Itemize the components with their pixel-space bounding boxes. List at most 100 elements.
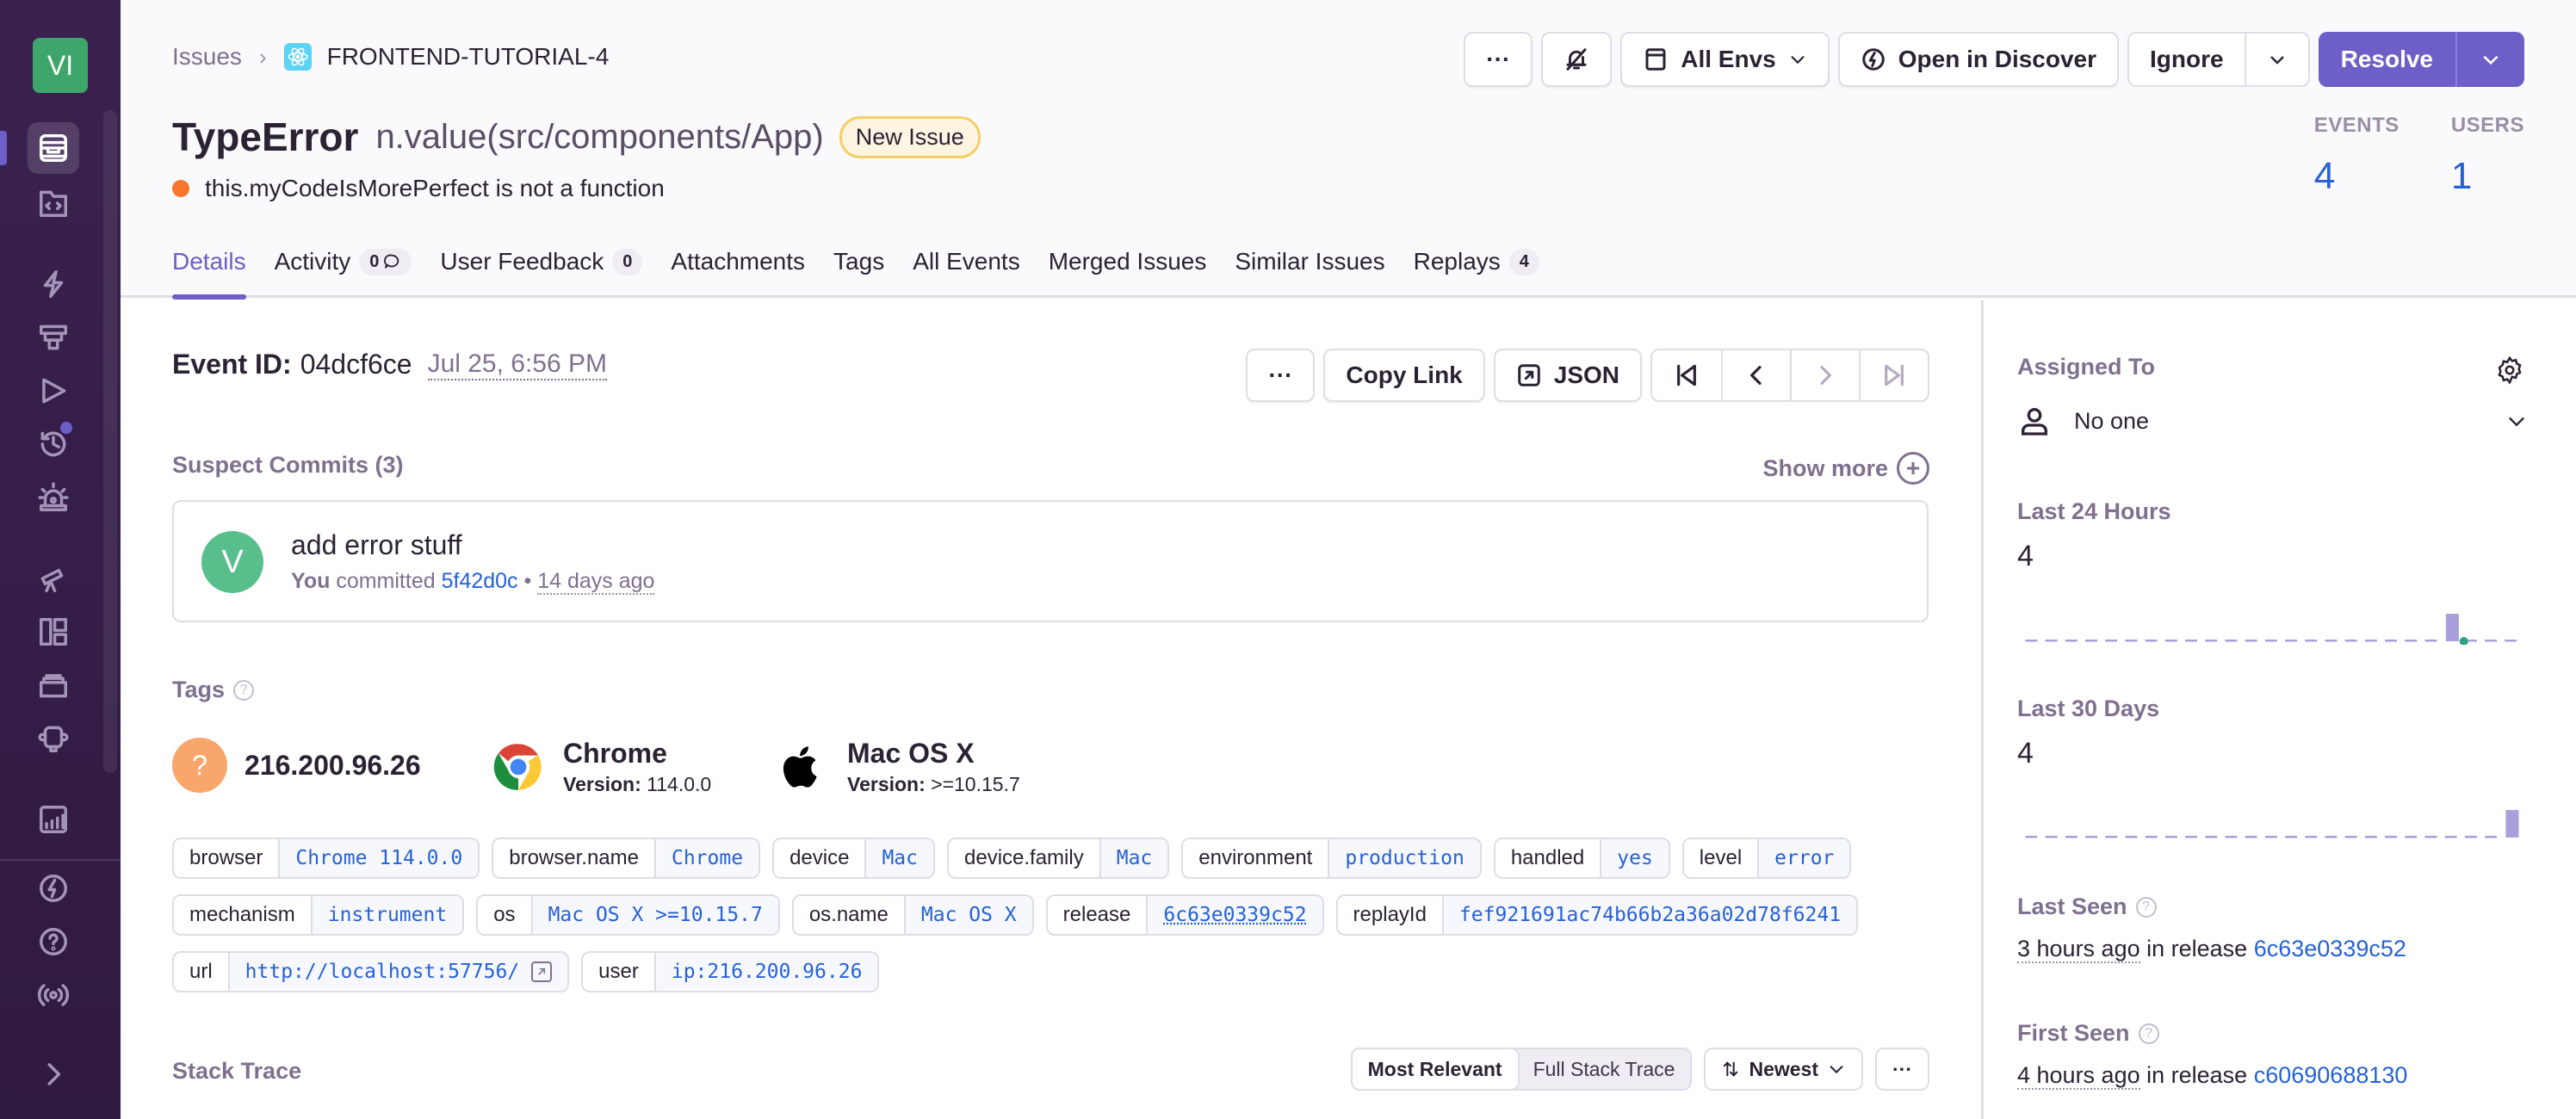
chart-bar-empty[interactable] [2065, 836, 2078, 838]
chart-bar[interactable] [2445, 614, 2459, 641]
tag-value[interactable]: instrument [310, 896, 463, 934]
chart-bar-empty[interactable] [2025, 836, 2038, 838]
chart-bar-empty[interactable] [2225, 836, 2238, 838]
show-more-button[interactable]: Show more + [1762, 452, 1929, 485]
tag-pill[interactable]: url http://localhost:57756/ [172, 951, 570, 992]
tag-pill[interactable]: level error [1681, 838, 1852, 879]
sidebar-item-performance[interactable] [28, 258, 79, 310]
sidebar-item-dashboards[interactable] [28, 606, 79, 658]
tag-value[interactable]: fef921691ac74b66b2a36a02d78f6241 [1441, 896, 1857, 934]
chart-bar[interactable] [2505, 810, 2519, 838]
copy-link-button[interactable]: Copy Link [1323, 349, 1485, 402]
last-seen-release-link[interactable]: 6c63e0339c52 [2254, 936, 2406, 961]
tag-value[interactable]: http://localhost:57756/ [227, 953, 568, 991]
chart-bar-empty[interactable] [2185, 640, 2197, 642]
tab-user-feedback[interactable]: User Feedback 0 [440, 243, 643, 281]
sidebar-item-projects[interactable] [28, 177, 79, 229]
tag-pill[interactable]: device.family Mac [947, 838, 1170, 879]
tag-pill[interactable]: mechanism instrument [172, 894, 465, 936]
last-24h-chart[interactable] [2022, 610, 2522, 645]
sidebar-scrollbar[interactable] [103, 110, 117, 773]
chart-bar-empty[interactable] [2025, 640, 2038, 642]
sidebar-item-issues[interactable] [28, 122, 79, 174]
tab-all-events[interactable]: All Events [913, 243, 1020, 281]
tab-merged-issues[interactable]: Merged Issues [1049, 243, 1207, 281]
tag-pill[interactable]: user ip:216.200.96.26 [581, 951, 880, 992]
chart-bar-empty[interactable] [2205, 640, 2218, 642]
chart-bar-empty[interactable] [2164, 836, 2177, 838]
tag-value[interactable]: error [1757, 839, 1850, 877]
chart-bar-empty[interactable] [2325, 640, 2338, 642]
chart-bar-empty[interactable] [2344, 640, 2357, 642]
chart-bar-empty[interactable] [2264, 836, 2277, 838]
stack-more-button[interactable]: ··· [1875, 1048, 1929, 1091]
chart-bar-empty[interactable] [2485, 836, 2497, 838]
external-link-icon[interactable] [531, 961, 553, 982]
tag-value[interactable]: Mac [1099, 839, 1168, 877]
tag-value[interactable]: Mac OS X [903, 896, 1032, 934]
tag-value[interactable]: Chrome 114.0.0 [278, 839, 479, 877]
assignee-dropdown[interactable]: No one [2017, 404, 2529, 438]
mute-button[interactable] [1541, 32, 1613, 87]
chart-bar-empty[interactable] [2405, 836, 2418, 838]
chart-bar-empty[interactable] [2245, 836, 2257, 838]
tab-tags[interactable]: Tags [833, 243, 884, 281]
chart-bar-empty[interactable] [2125, 640, 2138, 642]
tag-value[interactable]: production [1328, 839, 1480, 877]
chart-bar-empty[interactable] [2185, 836, 2197, 838]
tag-pill[interactable]: browser.name Chrome [492, 838, 761, 879]
tag-value[interactable]: Chrome [653, 839, 759, 877]
tab-attachments[interactable]: Attachments [671, 243, 805, 281]
sidebar-item-releases[interactable] [28, 659, 79, 711]
next-event-button[interactable] [1790, 350, 1859, 400]
event-date[interactable]: Jul 25, 6:56 PM [427, 349, 608, 380]
tag-pill[interactable]: replayId fef921691ac74b66b2a36a02d78f6241 [1335, 894, 1859, 936]
environment-selector[interactable]: All Envs [1620, 32, 1830, 87]
tag-value-release-link[interactable]: 6c63e0339c52 [1146, 896, 1322, 934]
chart-bar-empty[interactable] [2085, 640, 2097, 642]
chart-bar-empty[interactable] [2145, 836, 2158, 838]
org-avatar[interactable]: VI [33, 38, 88, 93]
json-button[interactable]: JSON [1493, 349, 1642, 402]
release-marker[interactable] [2459, 637, 2468, 645]
chart-bar-empty[interactable] [2344, 836, 2357, 838]
tag-pill[interactable]: os Mac OS X >=10.15.7 [476, 894, 780, 936]
last-event-button[interactable] [1859, 350, 1928, 400]
previous-event-button[interactable] [1721, 350, 1790, 400]
chart-bar-empty[interactable] [2105, 836, 2118, 838]
last-30d-chart[interactable] [2022, 807, 2522, 841]
chart-bar-empty[interactable] [2444, 836, 2457, 838]
chart-bar-empty[interactable] [2485, 640, 2497, 642]
chart-bar-empty[interactable] [2325, 836, 2338, 838]
sidebar-item-broadcasts[interactable] [28, 969, 79, 1021]
most-relevant-option[interactable]: Most Relevant [1352, 1049, 1518, 1089]
sidebar-item-stats[interactable] [28, 794, 79, 845]
users-count[interactable]: 1 [2451, 155, 2524, 198]
tab-replays[interactable]: Replays 4 [1414, 243, 1539, 281]
chart-bar-empty[interactable] [2245, 640, 2257, 642]
chart-bar-empty[interactable] [2045, 640, 2058, 642]
chart-bar-empty[interactable] [2205, 836, 2218, 838]
chart-bar-empty[interactable] [2305, 640, 2318, 642]
chart-bar-empty[interactable] [2045, 836, 2058, 838]
sidebar-item-alerts[interactable] [28, 472, 79, 523]
tag-pill[interactable]: os.name Mac OS X [791, 894, 1034, 936]
chart-bar-empty[interactable] [2305, 836, 2318, 838]
sidebar-collapse-button[interactable] [28, 1048, 79, 1100]
open-in-discover-button[interactable]: Open in Discover [1837, 32, 2120, 87]
sidebar-item-user-feedback[interactable] [28, 713, 79, 764]
help-icon[interactable]: ? [2138, 1023, 2159, 1044]
tab-details[interactable]: Details [172, 243, 246, 300]
chart-bar-empty[interactable] [2164, 640, 2177, 642]
chart-bar-empty[interactable] [2285, 836, 2297, 838]
chart-bar-empty[interactable] [2424, 836, 2437, 838]
sort-order-dropdown[interactable]: Newest [1704, 1048, 1864, 1091]
chart-bar-empty[interactable] [2065, 640, 2078, 642]
tag-pill[interactable]: release 6c63e0339c52 [1045, 894, 1324, 936]
help-icon[interactable]: ? [2135, 896, 2157, 918]
full-stack-trace-option[interactable]: Full Stack Trace [1518, 1049, 1691, 1089]
resolve-button[interactable]: Resolve [2319, 32, 2455, 87]
event-more-button[interactable]: ··· [1246, 349, 1316, 402]
tag-value[interactable]: Mac [864, 839, 933, 877]
chart-bar-empty[interactable] [2145, 640, 2158, 642]
